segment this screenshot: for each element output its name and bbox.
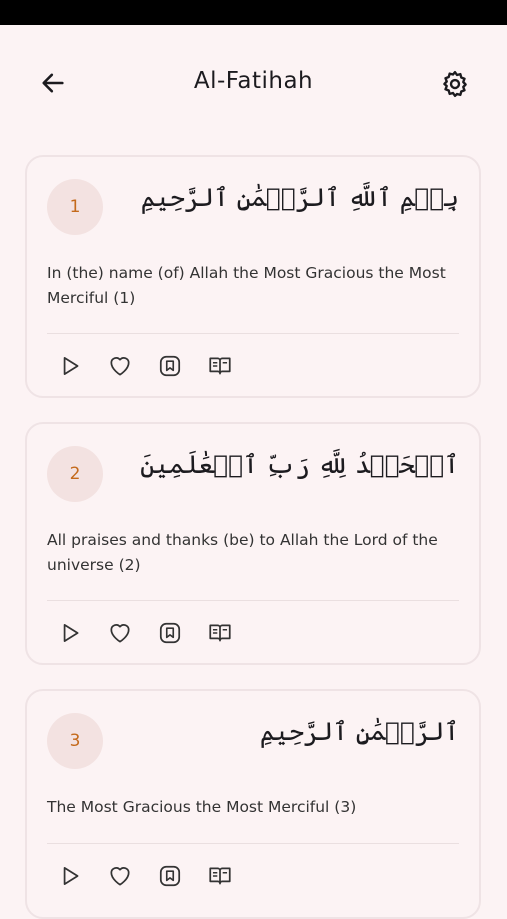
- bookmark-icon: [159, 355, 181, 377]
- bookmark-icon: [159, 865, 181, 887]
- favorite-button[interactable]: [107, 620, 133, 646]
- tafsir-button[interactable]: [207, 863, 233, 889]
- verse-card: 3 ٱلرَّحۡمَٰنِ ٱلرَّحِيمِ The Most Graci…: [25, 689, 481, 919]
- play-button[interactable]: [57, 353, 83, 379]
- divider: [47, 600, 459, 601]
- heart-icon: [110, 357, 130, 376]
- arabic-text: بِسۡمِ ٱللَّهِ ٱلرَّحۡمَٰنِ ٱلرَّحِيمِ: [140, 183, 459, 212]
- verse-actions: [57, 620, 233, 646]
- play-icon: [63, 624, 79, 642]
- verse-actions: [57, 353, 233, 379]
- verse-actions: [57, 863, 233, 889]
- verse-number-badge: 3: [47, 713, 103, 769]
- divider: [47, 333, 459, 334]
- verse-number-badge: 2: [47, 446, 103, 502]
- open-book-icon: [209, 624, 231, 642]
- tafsir-button[interactable]: [207, 620, 233, 646]
- verse-number-badge: 1: [47, 179, 103, 235]
- bookmark-button[interactable]: [157, 620, 183, 646]
- bookmark-button[interactable]: [157, 353, 183, 379]
- verse-list: 1 بِسۡمِ ٱللَّهِ ٱلرَّحۡمَٰنِ ٱلرَّحِيمِ…: [0, 0, 507, 919]
- play-button[interactable]: [57, 620, 83, 646]
- bookmark-icon: [159, 622, 181, 644]
- open-book-icon: [209, 867, 231, 885]
- play-icon: [63, 867, 79, 885]
- translation-text: All praises and thanks (be) to Allah the…: [47, 531, 438, 574]
- verse-card: 1 بِسۡمِ ٱللَّهِ ٱلرَّحۡمَٰنِ ٱلرَّحِيمِ…: [25, 155, 481, 398]
- arabic-text: ٱلرَّحۡمَٰنِ ٱلرَّحِيمِ: [259, 717, 459, 746]
- favorite-button[interactable]: [107, 863, 133, 889]
- heart-icon: [110, 867, 130, 886]
- play-button[interactable]: [57, 863, 83, 889]
- verse-card: 2 ٱلۡحَمۡدُ لِلَّهِ رَبِّ ٱلۡعَٰلَمِينَ …: [25, 422, 481, 665]
- translation-text: In (the) name (of) Allah the Most Gracio…: [47, 264, 446, 307]
- favorite-button[interactable]: [107, 353, 133, 379]
- divider: [47, 843, 459, 844]
- heart-icon: [110, 624, 130, 643]
- translation-text: The Most Gracious the Most Merciful (3): [47, 798, 357, 816]
- tafsir-button[interactable]: [207, 353, 233, 379]
- play-icon: [63, 357, 79, 375]
- bookmark-button[interactable]: [157, 863, 183, 889]
- open-book-icon: [209, 357, 231, 375]
- arabic-text: ٱلۡحَمۡدُ لِلَّهِ رَبِّ ٱلۡعَٰلَمِينَ: [140, 450, 459, 479]
